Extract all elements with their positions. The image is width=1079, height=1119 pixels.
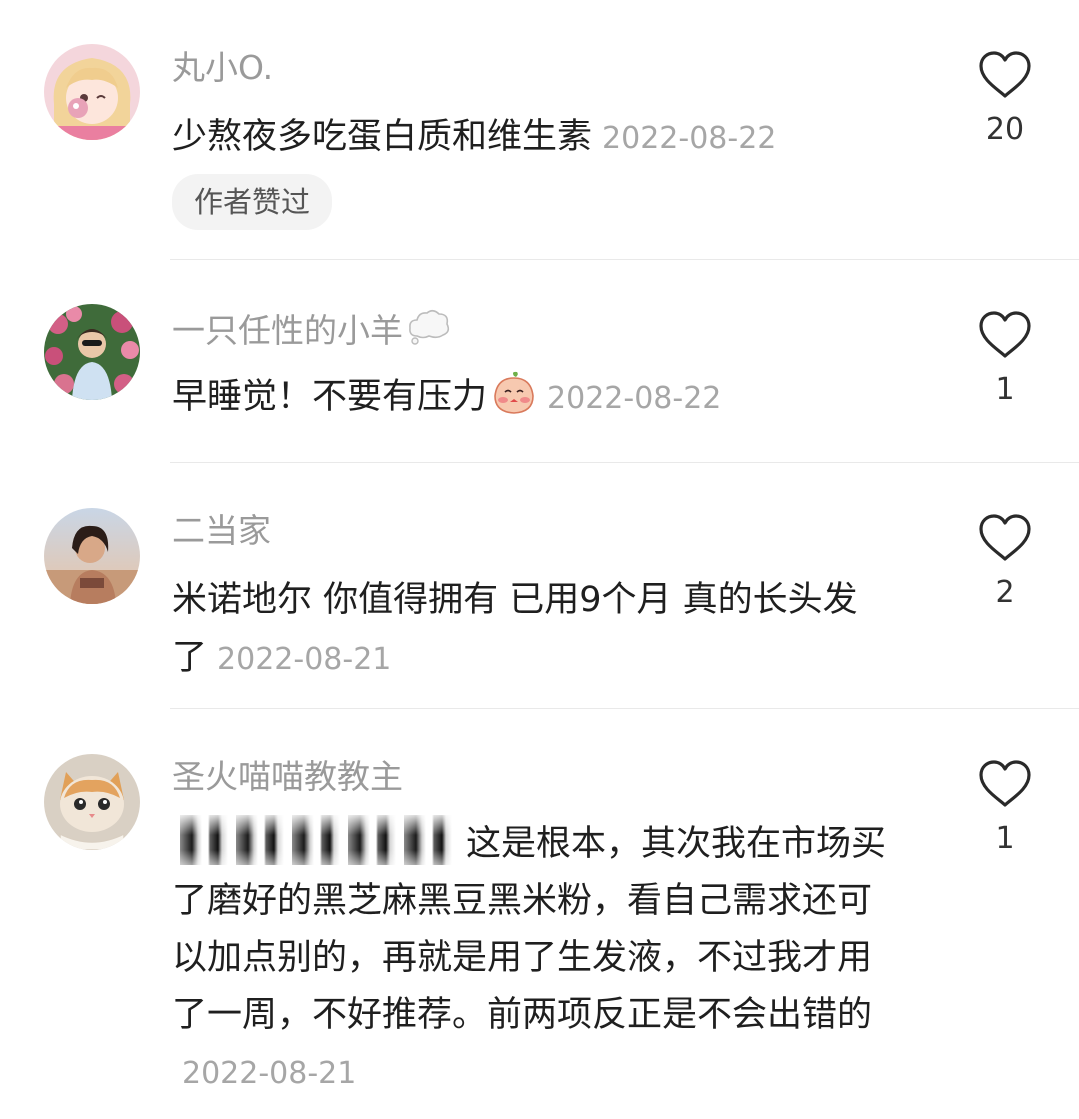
like-button[interactable]: 2	[966, 513, 1044, 613]
comment-date: 2022-08-21	[182, 1056, 357, 1091]
like-button[interactable]: 20	[966, 50, 1044, 150]
comment-date: 2022-08-22	[547, 381, 722, 416]
avatar[interactable]	[44, 44, 140, 140]
comment-text: 这是根本，其次我在市场买了磨好的黑芝麻黑豆黑米粉，看自己需求还可以加点别的，再就…	[172, 815, 892, 1102]
avatar[interactable]	[44, 508, 140, 604]
like-count: 1	[995, 372, 1015, 407]
comment-body: 早睡觉！不要有压力	[172, 377, 488, 417]
comment-item: 二当家 米诺地尔 你值得拥有 已用9个月 真的长头发了 2022-08-21 2	[0, 463, 1079, 709]
like-button[interactable]: 1	[966, 310, 1044, 410]
peach-face-emoji	[491, 370, 537, 416]
cat-avatar-image	[44, 754, 140, 850]
woman-with-flowers-avatar-image	[44, 304, 140, 400]
like-count: 20	[985, 112, 1025, 147]
username-text: 一只任性的小羊	[172, 311, 403, 350]
avatar[interactable]	[44, 754, 140, 850]
anime-girl-avatar-image	[44, 44, 140, 140]
thought-bubble-icon	[405, 306, 453, 346]
comment-text: 米诺地尔 你值得拥有 已用9个月 真的长头发了 2022-08-21	[172, 571, 892, 689]
comment-item: 圣火喵喵教教主 这是根本，其次我在市场买了磨好的黑芝麻黑豆黑米粉，看自己需求还可…	[0, 709, 1079, 1119]
author-liked-badge: 作者赞过	[172, 174, 333, 230]
heart-outline-icon	[979, 311, 1031, 358]
comment-text: 少熬夜多吃蛋白质和维生素 2022-08-22	[172, 108, 892, 168]
comment-item: 丸小O. 少熬夜多吃蛋白质和维生素 2022-08-22 作者赞过 20	[0, 0, 1079, 260]
username[interactable]: 丸小O.	[172, 46, 273, 90]
like-button[interactable]: 1	[966, 759, 1044, 859]
comment-body: 少熬夜多吃蛋白质和维生素	[172, 117, 593, 157]
heart-outline-icon	[979, 51, 1031, 98]
comment-date: 2022-08-21	[217, 642, 392, 677]
censored-text-block	[172, 815, 458, 865]
username[interactable]: 一只任性的小羊	[172, 306, 453, 353]
username[interactable]: 二当家	[172, 509, 271, 553]
heart-outline-icon	[979, 514, 1031, 561]
like-count: 1	[995, 821, 1015, 856]
username[interactable]: 圣火喵喵教教主	[172, 755, 403, 799]
like-count: 2	[995, 575, 1015, 610]
comment-item: 一只任性的小羊 早睡觉！不要有压力 2022-08-22 1	[0, 260, 1079, 463]
heart-outline-icon	[979, 760, 1031, 807]
woman-at-beach-avatar-image	[44, 508, 140, 604]
avatar[interactable]	[44, 304, 140, 400]
comment-date: 2022-08-22	[602, 121, 777, 156]
comment-text: 早睡觉！不要有压力 2022-08-22	[172, 368, 892, 428]
